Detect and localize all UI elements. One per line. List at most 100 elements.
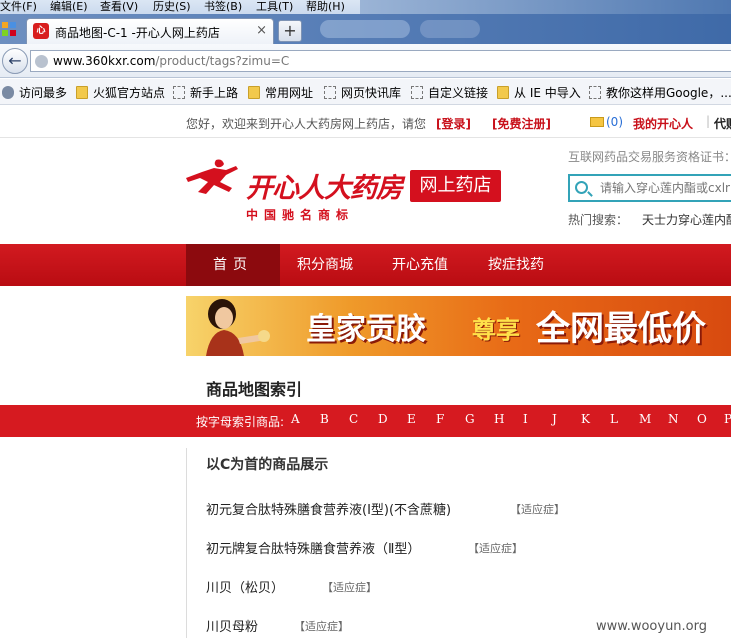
letter-link-o[interactable]: O: [697, 412, 707, 426]
product-link[interactable]: 初元复合肽特殊膳食营养液(I型)(不含蔗糖): [206, 499, 451, 518]
letter-link-n[interactable]: N: [668, 412, 679, 426]
banner-subtext: 尊享: [472, 316, 520, 344]
menu-history[interactable]: 历史(S): [153, 0, 191, 13]
letter-link-m[interactable]: M: [639, 412, 651, 426]
mail-count[interactable]: (0): [606, 115, 623, 129]
bookmarks-bar: 访问最多 火狐官方站点 新手上路 常用网址 网页快讯库 自定义链接 从 IE 中…: [0, 79, 731, 105]
letter-link-k[interactable]: K: [581, 412, 590, 426]
runner-logo-icon: [186, 159, 238, 194]
letter-link-i[interactable]: I: [523, 412, 528, 426]
tab-groups-icon[interactable]: [2, 22, 16, 36]
address-bar[interactable]: www.360kxr.com/product/tags?zimu=C: [30, 50, 731, 72]
product-list-heading: 以C为首的商品展示: [206, 457, 329, 473]
nav-find-by-symptom[interactable]: 按症找药: [488, 244, 544, 286]
page-icon: [589, 86, 601, 99]
hot-search-term[interactable]: 天士力穿心莲内酯: [642, 213, 731, 227]
letter-index-bar: 按字母索引商品: A B C D E F G H I J K L M N O P: [0, 405, 731, 437]
hot-search: 热门搜索： 天士力穿心莲内酯: [568, 211, 731, 228]
globe-icon: [35, 55, 48, 68]
welcome-text: 您好，欢迎来到开心人大药房网上药店，请您: [186, 117, 427, 131]
product-link[interactable]: 川贝（松贝）: [206, 577, 284, 596]
banner-headline: 皇家贡胶: [306, 312, 426, 347]
letter-link-j[interactable]: J: [552, 412, 557, 426]
divider: |: [706, 114, 711, 128]
menu-file[interactable]: 文件(F): [0, 0, 37, 13]
product-link[interactable]: 川贝母粉: [206, 616, 258, 635]
search-input[interactable]: [600, 179, 730, 197]
nav-recharge[interactable]: 开心充值: [392, 244, 448, 286]
bookmark-item[interactable]: 火狐官方站点: [76, 84, 165, 101]
letter-link-e[interactable]: E: [407, 412, 416, 426]
page-icon: [324, 86, 336, 99]
hot-search-label: 热门搜索：: [568, 213, 629, 227]
letter-link-f[interactable]: F: [436, 412, 444, 426]
letter-index-label: 按字母索引商品:: [196, 415, 285, 429]
letter-link-g[interactable]: G: [465, 412, 475, 426]
menu-edit[interactable]: 编辑(E): [50, 0, 88, 13]
gear-icon: [2, 86, 14, 99]
tab-active[interactable]: 心 商品地图-C-1 -开心人网上药店 ×: [26, 18, 274, 44]
indication-link[interactable]: 【适应症】: [468, 540, 523, 556]
menu-view[interactable]: 查看(V): [100, 0, 138, 13]
back-arrow-icon[interactable]: ←: [2, 48, 28, 74]
my-account-link[interactable]: 我的开心人: [633, 115, 693, 132]
search-box: [568, 174, 731, 202]
menu-help[interactable]: 帮助(H): [306, 0, 345, 13]
indication-link[interactable]: 【适应症】: [294, 618, 349, 634]
bookmark-item[interactable]: 从 IE 中导入: [497, 84, 581, 101]
logo-tagline: 中国驰名商标: [246, 208, 355, 222]
product-link[interactable]: 初元牌复合肽特殊膳食营养液（Ⅱ型）: [206, 538, 420, 557]
bookmark-item[interactable]: 访问最多: [2, 84, 67, 101]
letter-link-h[interactable]: H: [494, 412, 504, 426]
blurred-tab: [420, 20, 480, 38]
login-link[interactable]: [登录]: [436, 115, 471, 132]
bookmark-item[interactable]: 常用网址: [248, 84, 313, 101]
logo-wordmark: 开心人大药房: [246, 173, 403, 204]
register-link[interactable]: [免费注册]: [492, 115, 551, 132]
blurred-tab: [320, 20, 410, 38]
folder-icon: [76, 86, 88, 99]
search-icon[interactable]: [575, 181, 588, 194]
letter-link-c[interactable]: C: [349, 412, 358, 426]
bookmark-item[interactable]: 自定义链接: [411, 84, 488, 101]
certificate-text: 互联网药品交易服务资格证书：: [568, 150, 731, 164]
folder-icon: [248, 86, 260, 99]
proxy-buy-link[interactable]: 代购: [714, 115, 731, 132]
letter-link-d[interactable]: D: [378, 412, 388, 426]
page-icon: [173, 86, 185, 99]
bookmark-item[interactable]: 网页快讯库: [324, 84, 401, 101]
site-top-bar: 您好，欢迎来到开心人大药房网上药店，请您 [登录] [免费注册] (0) 我的开…: [0, 106, 731, 138]
tab-close-icon[interactable]: ×: [256, 23, 267, 38]
browser-tab-bar: 心 商品地图-C-1 -开心人网上药店 × +: [0, 14, 731, 44]
banner-price-text: 全网最低价: [536, 309, 706, 349]
nav-home[interactable]: 首页: [186, 244, 280, 286]
indication-link[interactable]: 【适应症】: [322, 579, 377, 595]
titlebar-blur: [360, 0, 731, 14]
page-title: 商品地图索引: [206, 380, 303, 399]
content-divider: [186, 448, 187, 638]
letter-link-a[interactable]: A: [291, 412, 300, 426]
site-favicon-icon: 心: [33, 23, 49, 39]
logo-shop-badge: 网上药店: [410, 170, 501, 202]
site-logo[interactable]: 开心人大药房 网上药店 中国驰名商标: [186, 152, 506, 228]
address-url: www.360kxr.com/product/tags?zimu=C: [53, 54, 290, 68]
bookmark-item[interactable]: 新手上路: [173, 84, 238, 101]
nav-points-mall[interactable]: 积分商城: [297, 244, 353, 286]
letter-link-p[interactable]: P: [724, 412, 731, 426]
promo-banner[interactable]: 皇家贡胶 尊享 全网最低价: [186, 296, 731, 356]
model-image: [206, 299, 270, 356]
browser-nav-bar: ← www.360kxr.com/product/tags?zimu=C: [0, 44, 731, 78]
menu-tools[interactable]: 工具(T): [256, 0, 293, 13]
folder-icon: [497, 86, 509, 99]
tab-title: 商品地图-C-1 -开心人网上药店: [55, 26, 220, 40]
indication-link[interactable]: 【适应症】: [510, 501, 565, 517]
letter-link-b[interactable]: B: [320, 412, 329, 426]
menu-bookmarks[interactable]: 书签(B): [204, 0, 242, 13]
page-icon: [411, 86, 423, 99]
new-tab-button[interactable]: +: [278, 20, 302, 42]
letter-link-l[interactable]: L: [610, 412, 618, 426]
watermark-text: www.wooyun.org: [596, 619, 708, 634]
mail-icon[interactable]: [590, 117, 604, 127]
browser-menu-bar: 文件(F) 编辑(E) 查看(V) 历史(S) 书签(B) 工具(T) 帮助(H…: [0, 0, 731, 14]
bookmark-item[interactable]: 教你这样用Google，...: [589, 84, 731, 101]
